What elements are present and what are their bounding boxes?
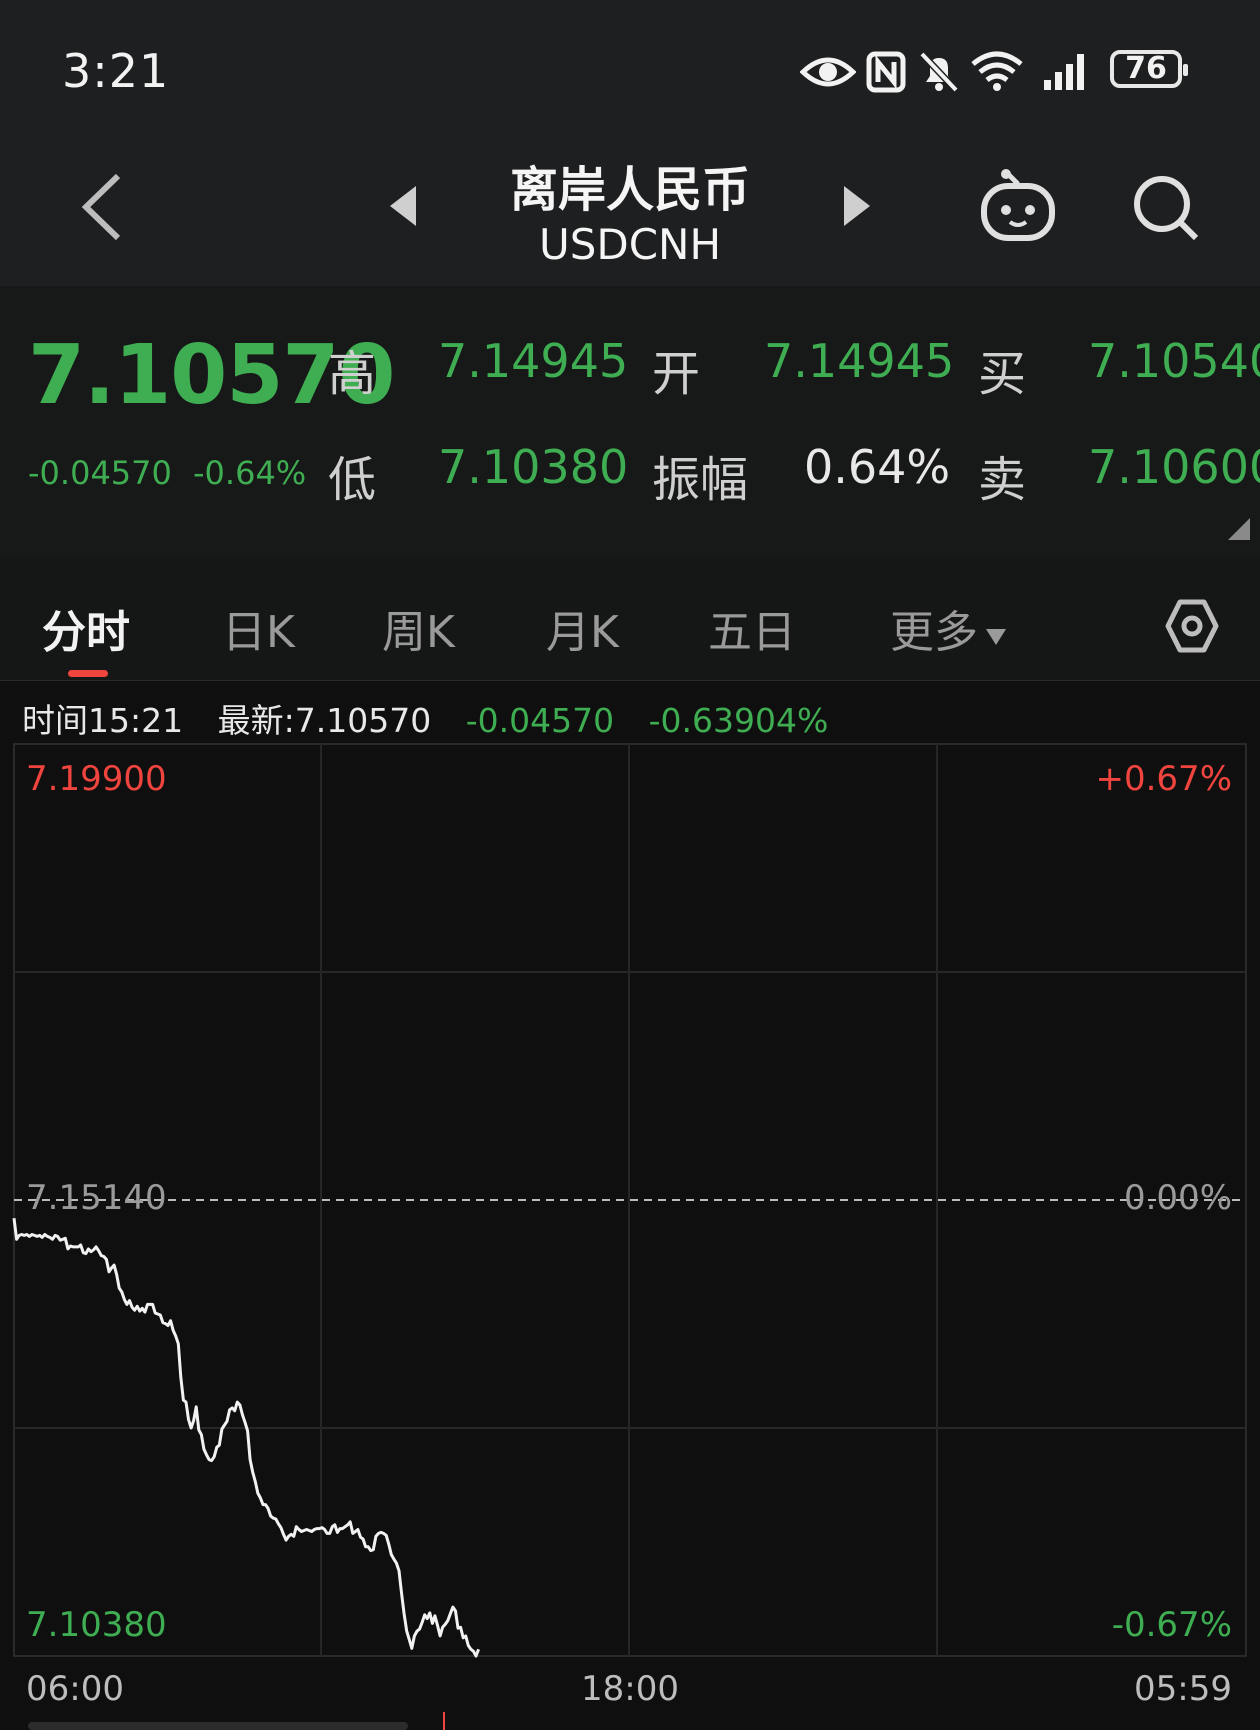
- tab-monthly-k[interactable]: 月K: [546, 596, 619, 660]
- chart-series: [12, 1218, 480, 1658]
- pct-bottom-label: -0.67%: [1112, 1605, 1232, 1645]
- y-top-label: 7.19900: [26, 759, 167, 799]
- amplitude-label: 振幅: [652, 452, 749, 508]
- crosshair-info: 时间15:21 最新:7.10570 -0.04570 -0.63904%: [22, 694, 828, 742]
- tab-underline: [68, 670, 108, 677]
- price-line: [12, 1218, 480, 1658]
- page-subtitle: USDCNH: [538, 220, 722, 269]
- signal-icon: [1044, 54, 1084, 90]
- scroll-thumb[interactable]: [28, 1722, 408, 1730]
- open-value: 7.14945: [764, 334, 955, 388]
- tab-intraday[interactable]: 分时: [42, 596, 130, 660]
- intraday-chart[interactable]: 7.19900 +0.67% 7.15140 0.00% 7.10380 -0.…: [0, 740, 1260, 1730]
- eye-icon: [800, 57, 856, 87]
- info-change-pct: -0.63904%: [648, 701, 829, 740]
- price-change-pct: -0.64%: [193, 454, 307, 492]
- chevron-down-icon: [986, 629, 1006, 645]
- high-value: 7.14945: [438, 334, 629, 388]
- next-icon[interactable]: [842, 184, 872, 228]
- bid-label: 买: [978, 346, 1027, 402]
- info-change: -0.04570: [465, 701, 615, 740]
- pct-top-label: +0.67%: [1096, 759, 1233, 799]
- high-label: 高: [328, 346, 377, 402]
- tab-more[interactable]: 更多: [890, 596, 1008, 660]
- settings-icon[interactable]: [1164, 598, 1220, 654]
- y-mid-label: 7.15140: [26, 1178, 167, 1218]
- x-label-mid: 18:00: [581, 1669, 679, 1709]
- amplitude-value: 0.64%: [804, 440, 951, 494]
- open-label: 开: [652, 346, 701, 402]
- robot-icon[interactable]: [978, 168, 1058, 244]
- info-time: 时间15:21: [22, 701, 184, 740]
- ask-label: 卖: [978, 452, 1027, 508]
- tab-more-label: 更多: [890, 607, 978, 658]
- expand-corner-icon[interactable]: [1228, 518, 1250, 540]
- page-title: 离岸人民币: [509, 162, 750, 218]
- bell-muted-icon: [919, 51, 959, 93]
- y-bottom-label: 7.10380: [26, 1605, 167, 1645]
- status-time: 3:21: [62, 44, 170, 98]
- pct-mid-label: 0.00%: [1124, 1178, 1232, 1218]
- tab-weekly-k[interactable]: 周K: [382, 596, 455, 660]
- price-change: -0.04570: [28, 454, 172, 492]
- ask-value: 7.10600: [1088, 440, 1260, 494]
- period-tabs: [0, 556, 1260, 681]
- wifi-icon: [971, 51, 1023, 91]
- x-label-start: 06:00: [26, 1669, 124, 1709]
- info-latest: 最新:7.10570: [217, 701, 432, 740]
- chart-grid: [13, 743, 1247, 1657]
- x-label-end: 05:59: [1134, 1669, 1232, 1709]
- search-icon[interactable]: [1132, 174, 1200, 242]
- battery-icon: 76: [1110, 50, 1188, 88]
- bid-value: 7.10540: [1088, 334, 1260, 388]
- tab-five-day[interactable]: 五日: [708, 596, 796, 660]
- nfc-icon: [866, 51, 906, 93]
- low-value: 7.10380: [438, 440, 629, 494]
- tab-daily-k[interactable]: 日K: [222, 596, 295, 660]
- low-label: 低: [328, 452, 377, 508]
